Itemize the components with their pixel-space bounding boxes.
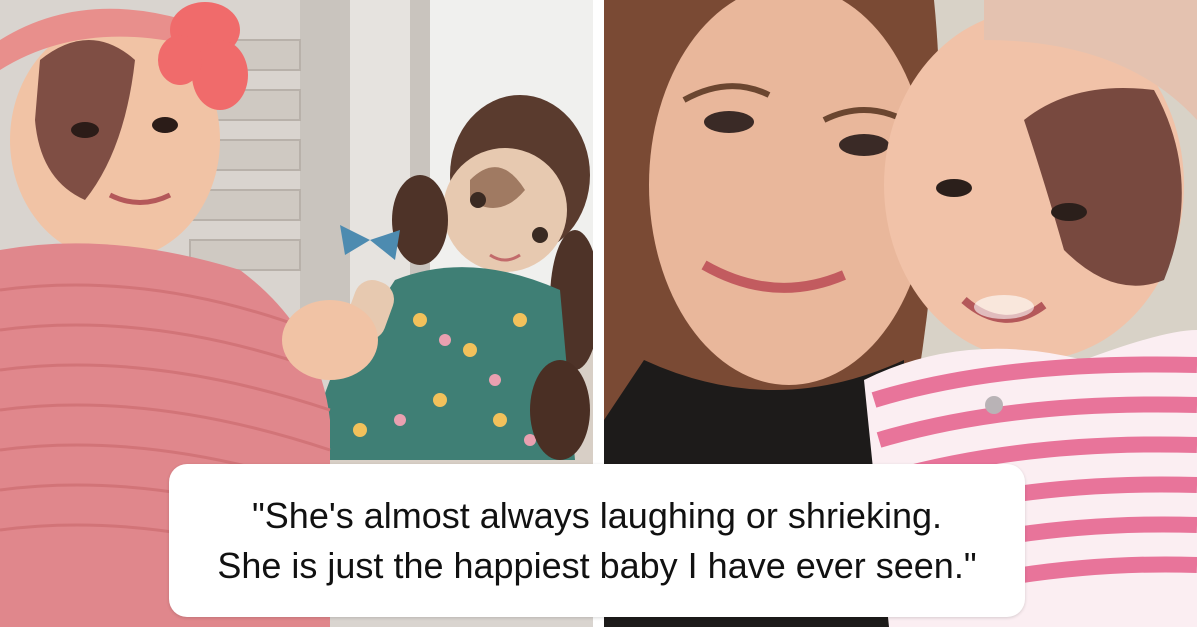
quote-line-1: "She's almost always laughing or shrieki… xyxy=(252,494,942,536)
quote-caption: "She's almost always laughing or shrieki… xyxy=(169,464,1025,617)
collage: "She's almost always laughing or shrieki… xyxy=(0,0,1197,627)
quote-line-2: She is just the happiest baby I have eve… xyxy=(217,544,977,586)
